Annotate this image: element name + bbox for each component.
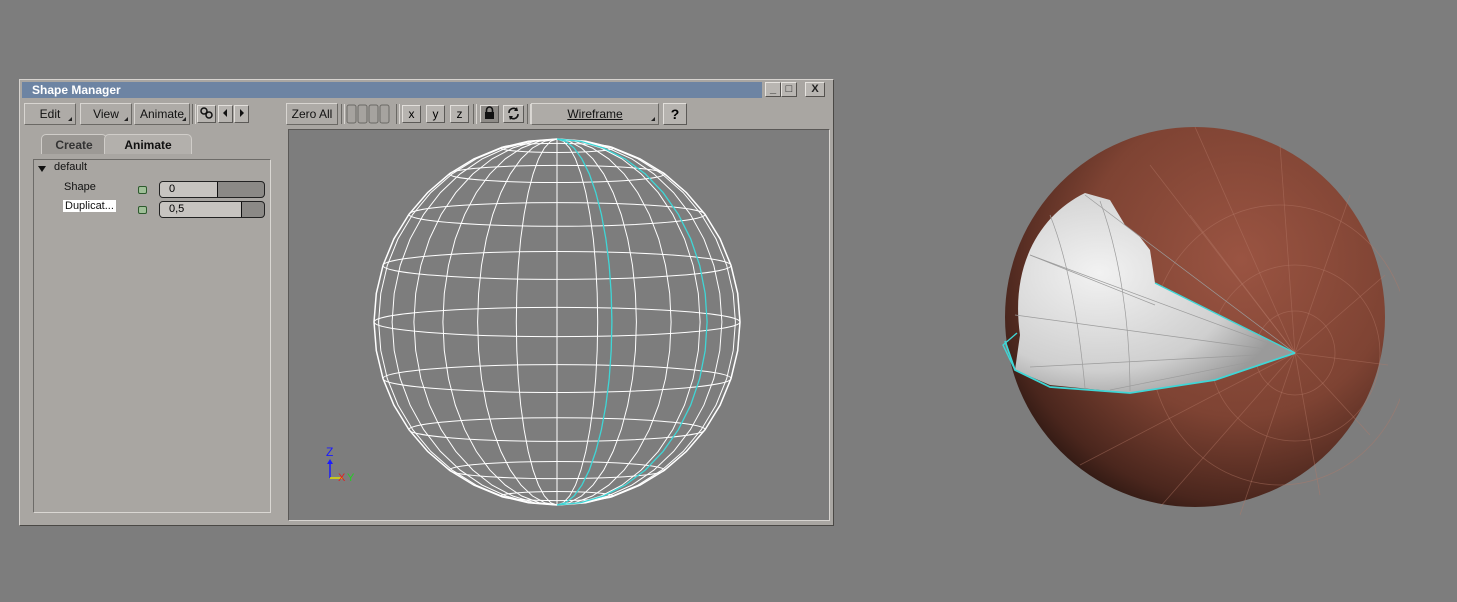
axis-gizmo-icon: Z X Y <box>326 445 355 484</box>
refresh-button[interactable] <box>503 105 524 123</box>
arrow-left-icon <box>223 109 227 117</box>
previous-key-button[interactable] <box>218 105 233 123</box>
expand-triangle-icon[interactable] <box>38 165 47 173</box>
selected-edge <box>556 138 613 506</box>
toolbar: Edit View Animate Zero All x y z Wirefra… <box>22 101 831 128</box>
tab-animate[interactable]: Animate <box>104 134 192 154</box>
channel-duplicate-indicator-icon[interactable] <box>138 206 147 214</box>
dropdown-arrow-icon <box>651 117 655 121</box>
axis-y-button[interactable]: y <box>426 105 445 123</box>
channel-shape-value: 0 <box>169 183 176 195</box>
dropdown-arrow-icon <box>124 117 128 121</box>
channel-list-panel: default Shape 0 Duplicat... 0,5 <box>33 159 271 513</box>
group-default-label[interactable]: default <box>54 161 87 173</box>
meridian-line <box>477 138 558 506</box>
minimize-button[interactable]: _ <box>765 82 781 97</box>
close-button[interactable]: X <box>805 82 825 97</box>
lock-icon <box>485 106 494 119</box>
toolbar-separator <box>473 104 477 124</box>
channel-duplicate-slider[interactable]: 0,5 <box>159 201 265 218</box>
animate-menu-label: Animate <box>139 107 185 121</box>
channel-shape-indicator-icon[interactable] <box>138 186 147 194</box>
shading-mode-dropdown[interactable]: Wireframe <box>531 103 659 125</box>
toolbar-separator <box>192 104 196 124</box>
channel-duplicate-value: 0,5 <box>169 203 185 215</box>
shading-mode-label: Wireframe <box>567 107 623 121</box>
dropdown-arrow-icon <box>182 117 186 121</box>
axis-y-label: Y <box>347 472 355 484</box>
shaded-sphere-render <box>1002 126 1400 516</box>
wireframe-viewport[interactable]: Z X Y <box>288 129 830 521</box>
meridian-line <box>556 138 599 506</box>
zero-all-button[interactable]: Zero All <box>286 103 338 125</box>
maximize-button[interactable]: □ <box>781 82 797 97</box>
edit-menu[interactable]: Edit <box>24 103 76 125</box>
tab-bar: Create Animate <box>41 134 286 154</box>
refresh-icon <box>508 107 519 120</box>
lock-button[interactable] <box>480 105 499 123</box>
grip-icon <box>346 104 390 124</box>
animate-menu[interactable]: Animate <box>134 103 190 125</box>
channel-shape-slider[interactable]: 0 <box>159 181 265 198</box>
axis-z-label: Z <box>326 445 333 459</box>
window-title[interactable]: Shape Manager <box>22 82 762 98</box>
meridian-line <box>556 138 736 506</box>
meridian-line <box>515 138 558 506</box>
next-key-button[interactable] <box>234 105 249 123</box>
channel-grip[interactable] <box>346 104 394 124</box>
meridian-line <box>556 138 701 506</box>
link-key-button[interactable] <box>197 105 216 123</box>
meridian-line <box>556 138 741 506</box>
meridian-line <box>556 138 723 506</box>
view-menu-label: View <box>93 107 119 121</box>
wireframe-sphere <box>373 138 741 506</box>
axis-x-button[interactable]: x <box>402 105 421 123</box>
edit-menu-label: Edit <box>39 107 61 121</box>
dropdown-arrow-icon <box>68 117 72 121</box>
channel-duplicate-label[interactable]: Duplicat... <box>63 200 116 212</box>
tab-create[interactable]: Create <box>41 134 107 154</box>
toolbar-separator <box>341 104 345 124</box>
channel-shape-label[interactable]: Shape <box>64 181 96 193</box>
meridian-line <box>378 138 558 506</box>
axis-z-button[interactable]: z <box>450 105 469 123</box>
link-icon <box>200 107 213 119</box>
view-menu[interactable]: View <box>80 103 132 125</box>
meridian-line <box>413 138 558 506</box>
axis-x-label: X <box>338 472 346 484</box>
help-button[interactable]: ? <box>663 103 687 125</box>
arrow-right-icon <box>240 109 244 117</box>
meridian-line <box>391 138 558 506</box>
toolbar-separator <box>396 104 400 124</box>
shape-manager-window: Shape Manager _ □ X Edit View Animate Ze… <box>19 79 834 526</box>
